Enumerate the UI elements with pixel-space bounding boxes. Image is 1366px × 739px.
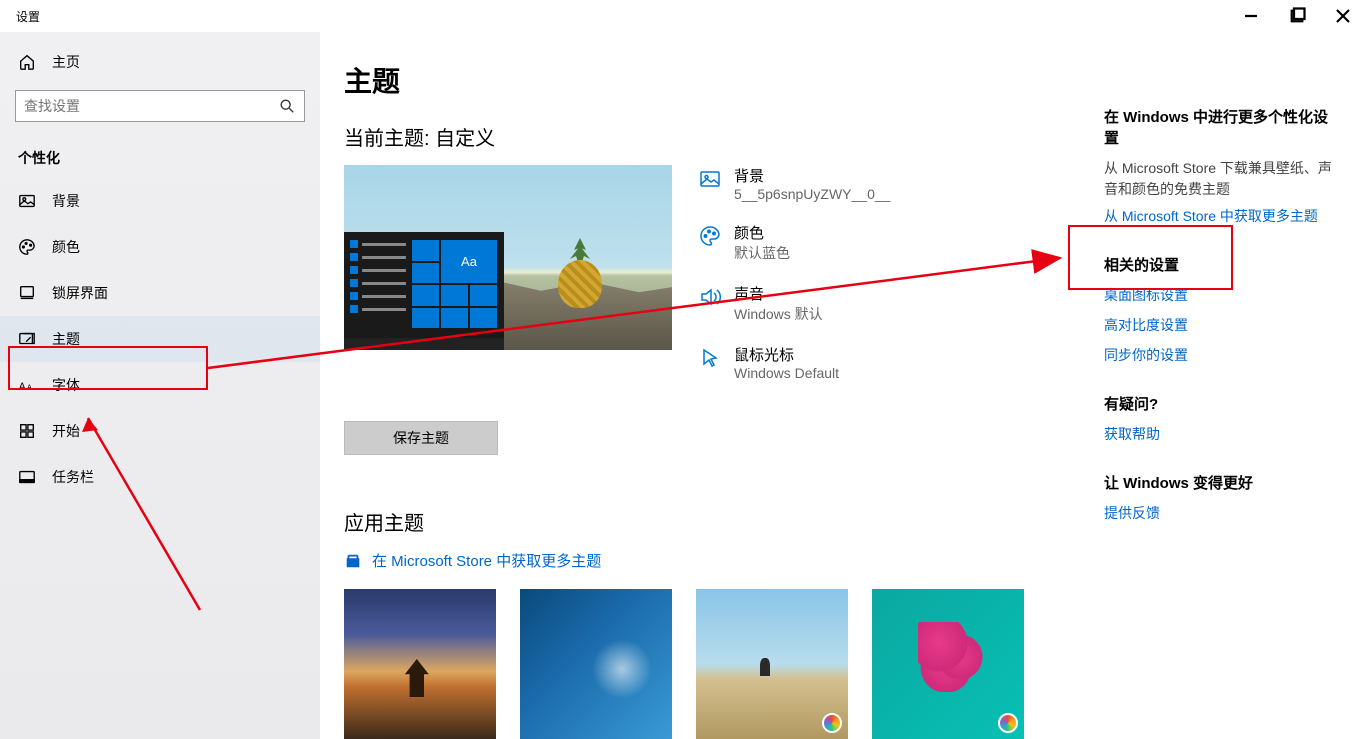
right-heading: 让 Windows 变得更好 [1104, 472, 1342, 493]
prop-title: 背景 [734, 165, 890, 186]
maximize-button[interactable] [1274, 0, 1320, 32]
theme-prop-background[interactable]: 背景 5__5p6snpUyZWY__0__ [698, 165, 1084, 202]
sidebar-item-label: 锁屏界面 [52, 283, 108, 303]
sidebar-item-label: 背景 [52, 191, 80, 211]
sidebar-item-label: 开始 [52, 421, 80, 441]
theme-card[interactable]: 同步的主题15 个图像 [344, 589, 496, 739]
theme-card[interactable]: 鲜花6 个图像 [872, 589, 1024, 739]
right-heading: 有疑问? [1104, 393, 1342, 414]
minimize-button[interactable] [1228, 0, 1274, 32]
sidebar-item-label: 任务栏 [52, 467, 94, 487]
sidebar-item-background[interactable]: 背景 [0, 178, 320, 224]
prop-title: 鼠标光标 [734, 344, 839, 365]
theme-thumbnail [344, 589, 496, 739]
right-heading: 在 Windows 中进行更多个性化设置 [1104, 106, 1342, 148]
color-wheel-badge-icon [822, 713, 842, 733]
sound-icon [698, 285, 722, 309]
font-icon: AA [18, 376, 36, 394]
prop-value: 默认蓝色 [734, 243, 790, 263]
right-link-desktop-icon[interactable]: 桌面图标设置 [1104, 285, 1342, 305]
sidebar-item-color[interactable]: 颜色 [0, 224, 320, 270]
sidebar-item-label: 字体 [52, 375, 80, 395]
search-icon[interactable] [278, 97, 296, 120]
search-box[interactable] [15, 90, 305, 122]
sidebar-item-lockscreen[interactable]: 锁屏界面 [0, 270, 320, 316]
palette-icon [698, 224, 722, 248]
right-desc: 从 Microsoft Store 下载兼具壁纸、声音和颜色的免费主题 [1104, 158, 1342, 200]
theme-thumbnail [520, 589, 672, 739]
theme-preview-image[interactable]: Aa [344, 165, 672, 350]
right-link-high-contrast[interactable]: 高对比度设置 [1104, 315, 1342, 335]
theme-card[interactable]: Windows 105 个图像 [696, 589, 848, 739]
theme-card[interactable]: Windows1 个图像 [520, 589, 672, 739]
theme-thumbnail [696, 589, 848, 739]
right-related: 相关的设置 桌面图标设置 高对比度设置 同步你的设置 [1104, 254, 1342, 365]
sidebar-item-font[interactable]: AA 字体 [0, 362, 320, 408]
search-input[interactable] [16, 91, 268, 121]
sidebar-item-start[interactable]: 开始 [0, 408, 320, 454]
image-icon [18, 192, 36, 210]
sidebar: 主页 个性化 背景 颜色 锁屏界面 主题 [0, 32, 320, 739]
right-link-feedback[interactable]: 提供反馈 [1104, 503, 1342, 523]
right-help: 有疑问? 获取帮助 [1104, 393, 1342, 444]
sidebar-category: 个性化 [0, 130, 320, 178]
home-icon [18, 53, 36, 71]
svg-text:A: A [27, 383, 32, 392]
window-title: 设置 [16, 8, 1228, 25]
right-more-personalize: 在 Windows 中进行更多个性化设置 从 Microsoft Store 下… [1104, 106, 1342, 226]
prop-title: 颜色 [734, 222, 790, 243]
right-link-help[interactable]: 获取帮助 [1104, 424, 1342, 444]
preview-tile-aa: Aa [441, 240, 497, 283]
right-link-sync[interactable]: 同步你的设置 [1104, 345, 1342, 365]
taskbar-icon [18, 468, 36, 486]
save-theme-button[interactable]: 保存主题 [344, 421, 498, 455]
window-controls [1228, 0, 1366, 32]
prop-value: 5__5p6snpUyZWY__0__ [734, 186, 890, 202]
sidebar-home-label: 主页 [52, 52, 80, 72]
theme-prop-color[interactable]: 颜色 默认蓝色 [698, 222, 1084, 263]
apply-theme-heading: 应用主题 [344, 507, 1084, 536]
theme-prop-sound[interactable]: 声音 Windows 默认 [698, 283, 1084, 324]
sidebar-item-taskbar[interactable]: 任务栏 [0, 454, 320, 500]
sidebar-item-theme[interactable]: 主题 [0, 316, 320, 362]
sidebar-item-label: 主题 [52, 329, 80, 349]
color-wheel-badge-icon [998, 713, 1018, 733]
right-improve: 让 Windows 变得更好 提供反馈 [1104, 472, 1342, 523]
lock-screen-icon [18, 284, 36, 302]
right-heading: 相关的设置 [1104, 254, 1342, 275]
sidebar-home[interactable]: 主页 [0, 40, 320, 84]
current-theme-heading: 当前主题: 自定义 [344, 122, 1084, 151]
theme-prop-cursor[interactable]: 鼠标光标 Windows Default [698, 344, 1084, 381]
page-title: 主题 [344, 60, 1084, 100]
theme-icon [18, 330, 36, 348]
store-link-label: 在 Microsoft Store 中获取更多主题 [372, 550, 601, 571]
cursor-icon [698, 346, 722, 370]
store-link[interactable]: 在 Microsoft Store 中获取更多主题 [344, 550, 1084, 571]
prop-value: Windows Default [734, 365, 839, 381]
image-icon [698, 167, 722, 191]
svg-text:A: A [19, 382, 26, 393]
prop-value: Windows 默认 [734, 304, 823, 324]
store-icon [344, 552, 362, 570]
theme-thumbnail [872, 589, 1024, 739]
start-icon [18, 422, 36, 440]
palette-icon [18, 238, 36, 256]
close-button[interactable] [1320, 0, 1366, 32]
prop-title: 声音 [734, 283, 823, 304]
sidebar-item-label: 颜色 [52, 237, 80, 257]
right-link-store[interactable]: 从 Microsoft Store 中获取更多主题 [1104, 206, 1342, 226]
